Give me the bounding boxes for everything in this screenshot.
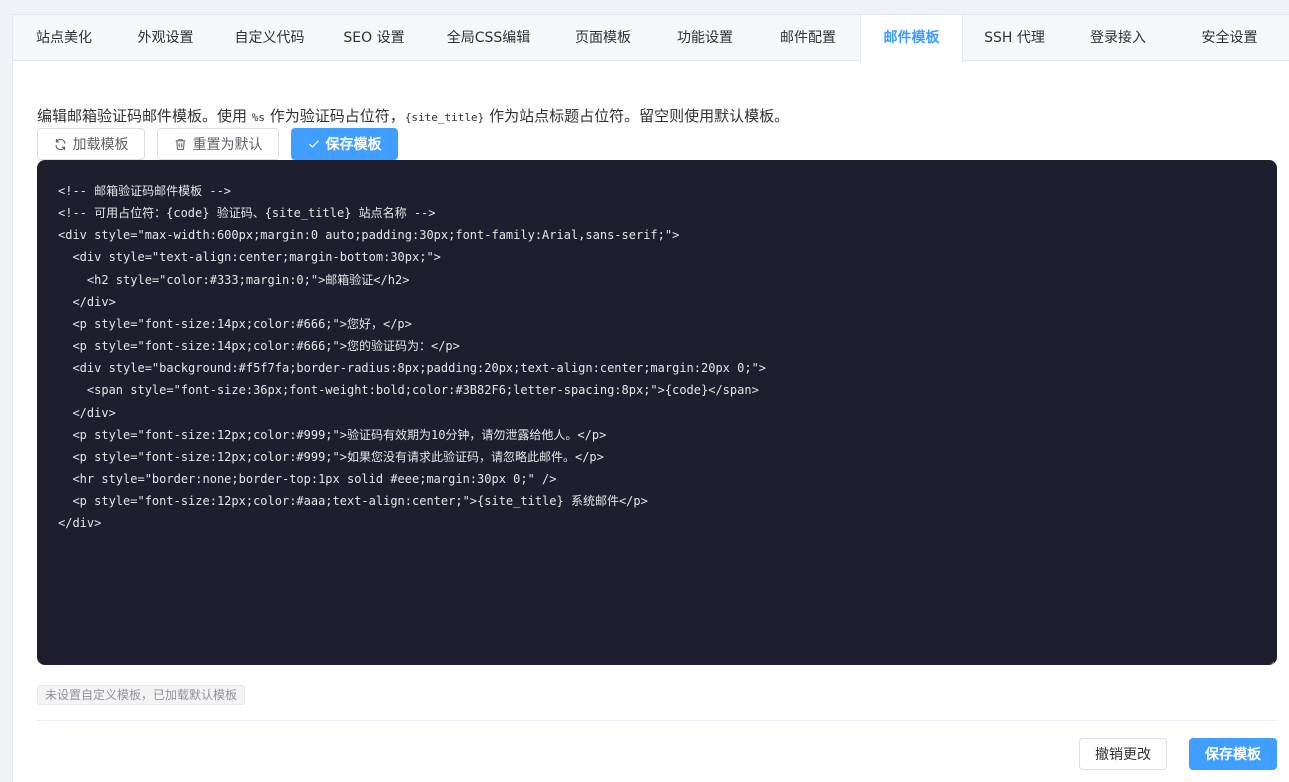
code-line: </div> bbox=[58, 516, 102, 531]
code-line: <div style="background:#f5f7fa;border-ra… bbox=[58, 361, 767, 376]
tab-page-templates[interactable]: 页面模板 bbox=[553, 15, 654, 61]
code-line: <!-- 邮箱验证码邮件模板 --> bbox=[58, 184, 232, 198]
template-code-editor[interactable]: <!-- 邮箱验证码邮件模板 --> <!-- 可用占位符：{code} 验证码、… bbox=[37, 160, 1277, 665]
settings-tabs: 站点美化 外观设置 自定义代码 SEO 设置 全局CSS编辑 页面模板 功能设置… bbox=[13, 15, 1289, 62]
tab-ssh-proxy[interactable]: SSH 代理 bbox=[963, 15, 1067, 61]
tab-site-beautify[interactable]: 站点美化 bbox=[13, 15, 116, 61]
footer-save-template-button[interactable]: 保存模板 bbox=[1189, 738, 1277, 770]
save-template-button[interactable]: 保存模板 bbox=[291, 128, 398, 160]
trash-icon bbox=[174, 138, 187, 151]
description-text: 编辑邮箱验证码邮件模板。使用 bbox=[37, 107, 252, 125]
tab-security[interactable]: 安全设置 bbox=[1170, 15, 1289, 61]
code-line: </div> bbox=[58, 405, 116, 420]
template-description: 编辑邮箱验证码邮件模板。使用 %s 作为验证码占位符，{site_title} … bbox=[37, 105, 789, 126]
load-template-button[interactable]: 加载模板 bbox=[37, 128, 145, 160]
code-line: <hr style="border:none;border-top:1px so… bbox=[58, 472, 557, 487]
tab-seo[interactable]: SEO 设置 bbox=[324, 15, 425, 61]
code-line: <p style="font-size:12px;color:#999;">验证… bbox=[58, 427, 607, 442]
tab-login[interactable]: 登录接入 bbox=[1067, 15, 1170, 61]
code-placeholder-token: %s bbox=[251, 111, 266, 124]
reset-default-label: 重置为默认 bbox=[192, 137, 263, 153]
footer-save-template-label: 保存模板 bbox=[1205, 747, 1261, 763]
refresh-icon bbox=[54, 138, 67, 151]
site-title-placeholder-token: {site_title} bbox=[404, 111, 485, 124]
code-line: <!-- 可用占位符：{code} 验证码、{site_title} 站点名称 … bbox=[58, 206, 436, 221]
tab-custom-code[interactable]: 自定义代码 bbox=[216, 15, 324, 61]
tab-global-css[interactable]: 全局CSS编辑 bbox=[425, 15, 553, 61]
status-tag: 未设置自定义模板，已加载默认模板 bbox=[37, 685, 246, 705]
code-line: <p style="font-size:12px;color:#aaa;text… bbox=[58, 494, 648, 509]
code-line: <div style="max-width:600px;margin:0 aut… bbox=[58, 228, 680, 243]
tab-mail-config[interactable]: 邮件配置 bbox=[757, 15, 860, 61]
save-template-label: 保存模板 bbox=[325, 137, 382, 153]
tab-appearance[interactable]: 外观设置 bbox=[116, 15, 216, 61]
revert-changes-button[interactable]: 撤销更改 bbox=[1079, 738, 1167, 770]
description-text: 作为验证码占位符， bbox=[265, 107, 405, 125]
footer-divider bbox=[37, 720, 1277, 721]
reset-default-button[interactable]: 重置为默认 bbox=[157, 128, 279, 160]
code-line: <span style="font-size:36px;font-weight:… bbox=[58, 383, 759, 398]
tab-features[interactable]: 功能设置 bbox=[654, 15, 757, 61]
description-text: 作为站点标题占位符。留空则使用默认模板。 bbox=[484, 107, 790, 125]
settings-card: 站点美化 外观设置 自定义代码 SEO 设置 全局CSS编辑 页面模板 功能设置… bbox=[12, 14, 1289, 782]
code-line: </div> bbox=[58, 294, 116, 309]
code-line: <p style="font-size:12px;color:#999;">如果… bbox=[58, 449, 604, 464]
tab-mail-template[interactable]: 邮件模板 bbox=[860, 15, 963, 62]
check-icon bbox=[308, 138, 320, 150]
code-lines: <!-- 邮箱验证码邮件模板 --> <!-- 可用占位符：{code} 验证码、… bbox=[58, 180, 1256, 535]
code-line: <p style="font-size:14px;color:#666;">您好… bbox=[58, 316, 412, 331]
revert-changes-label: 撤销更改 bbox=[1095, 747, 1151, 763]
load-template-label: 加载模板 bbox=[72, 137, 129, 153]
code-line: <div style="text-align:center;margin-bot… bbox=[58, 250, 441, 265]
code-line: <p style="font-size:14px;color:#666;">您的… bbox=[58, 339, 460, 354]
code-line: <h2 style="color:#333;margin:0;">邮箱验证</h… bbox=[58, 272, 410, 287]
resize-handle-icon[interactable] bbox=[1266, 654, 1275, 665]
